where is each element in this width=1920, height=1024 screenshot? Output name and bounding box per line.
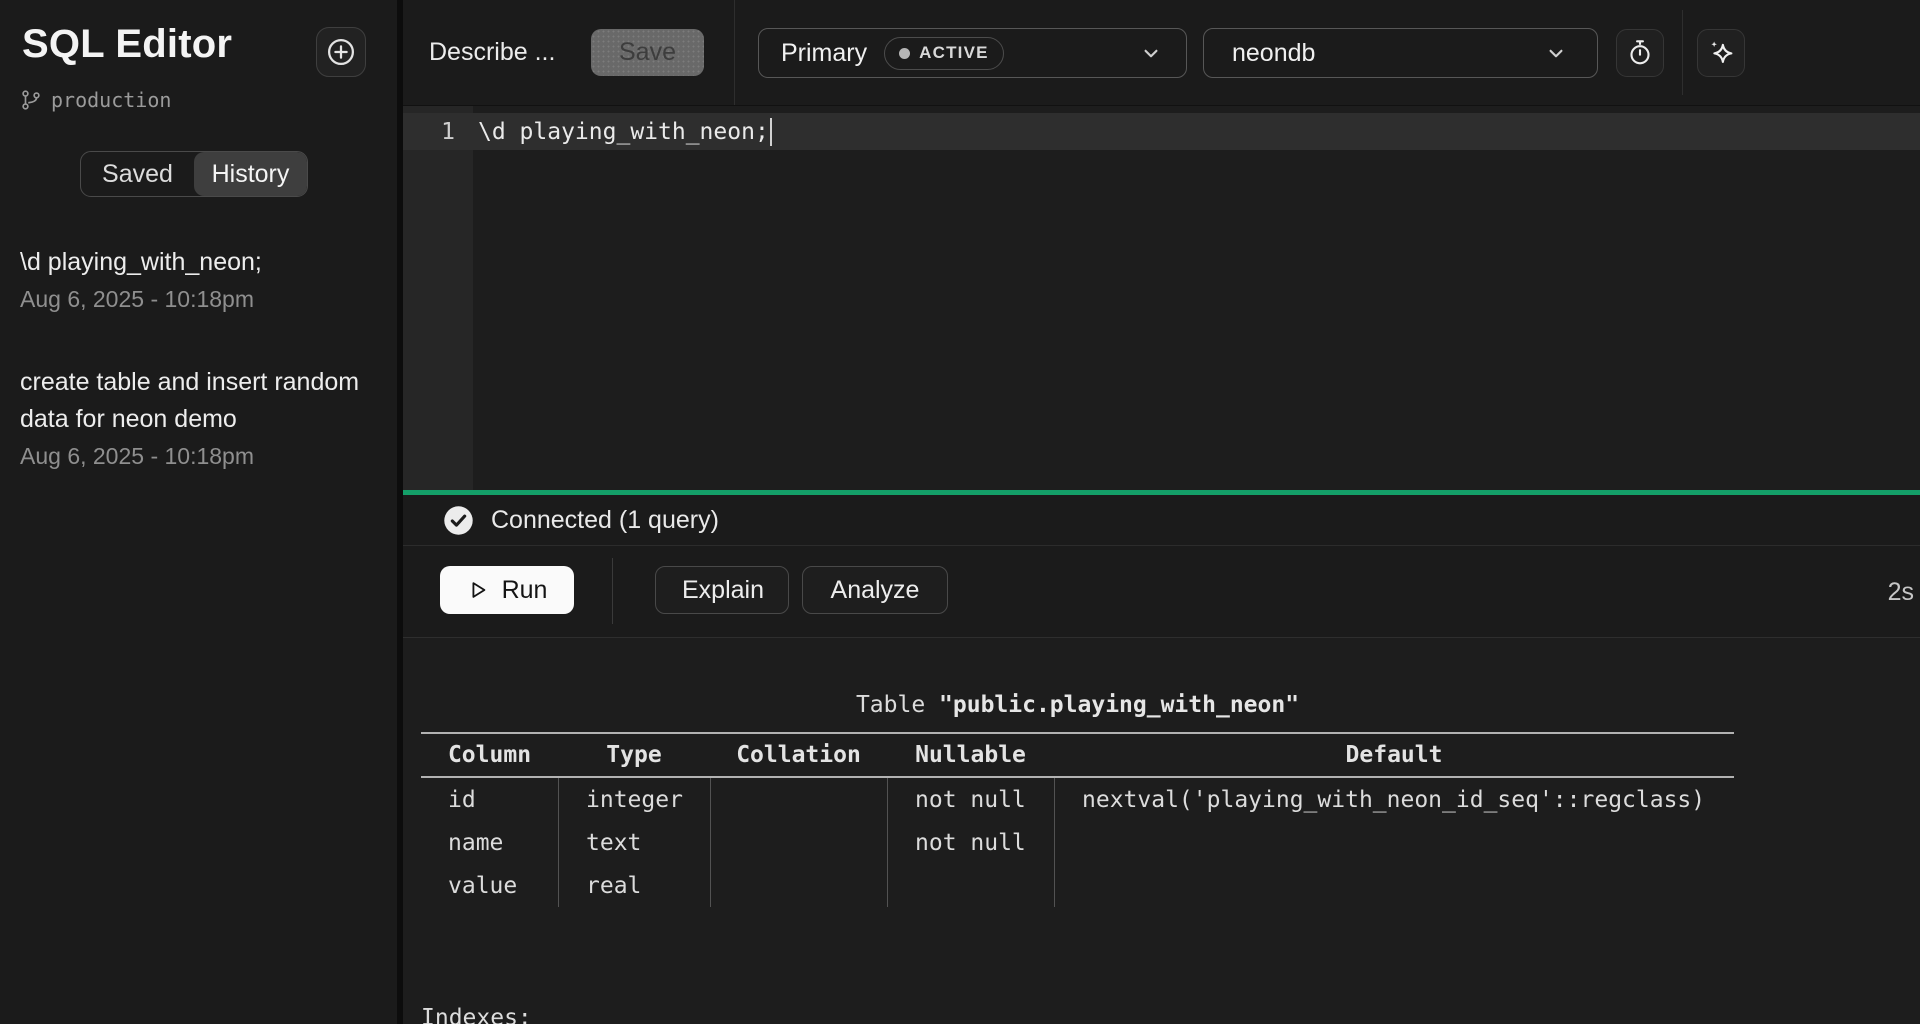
toolbar-divider [612,558,613,624]
result-table-title: Table "public.playing_with_neon" [421,692,1734,718]
query-title: Describe ... [429,0,555,105]
chevron-down-icon [1138,40,1164,66]
run-button[interactable]: Run [440,566,574,614]
history-item-timestamp: Aug 6, 2025 - 10:18pm [20,284,378,314]
table-cell [1054,864,1734,907]
column-header: Nullable [887,734,1054,776]
result-rows: id integer not null nextval('playing_wit… [421,778,1734,907]
table-cell [887,864,1054,907]
git-branch-icon [20,89,42,111]
connection-statusbar: Connected (1 query) [403,495,1920,546]
table-cell [710,778,887,821]
history-item[interactable]: \d playing_with_neon; Aug 6, 2025 - 10:1… [0,244,400,314]
stopwatch-icon [1626,39,1654,67]
topbar: Describe ... Save Primary ACTIVE neondb [403,0,1920,105]
run-button-label: Run [502,576,548,605]
indexes-label: Indexes: [421,997,1152,1024]
results-panel: Table "public.playing_with_neon" Column … [403,638,1920,1024]
line-number-gutter [403,106,473,491]
query-timer-button[interactable] [1616,29,1664,77]
active-line: 1 \d playing_with_neon; [403,113,1920,150]
code-editor[interactable]: 1 \d playing_with_neon; [403,105,1920,490]
ai-assist-button[interactable] [1697,29,1745,77]
database-selector-value: neondb [1232,39,1315,68]
database-selector-dropdown[interactable]: neondb [1203,28,1598,78]
query-duration: 2s [1888,547,1914,638]
column-header: Collation [710,734,887,776]
new-query-button[interactable] [316,27,366,77]
sidebar: SQL Editor production Saved History \d p… [0,0,400,1024]
result-header-row: Column Type Collation Nullable Default [421,734,1734,776]
sparkles-icon [1706,38,1736,68]
branch-selector-value: Primary [781,39,867,68]
main-panel: Describe ... Save Primary ACTIVE neondb [403,0,1920,1024]
code-line: \d playing_with_neon; [478,119,769,145]
history-item[interactable]: create table and insert random data for … [0,364,400,471]
page-title: SQL Editor [22,22,232,67]
column-header: Type [558,734,710,776]
chevron-down-icon [1543,40,1569,66]
table-cell: id [421,778,558,821]
table-cell: name [421,821,558,864]
table-cell: value [421,864,558,907]
tab-saved[interactable]: Saved [81,152,194,196]
table-cell: nextval('playing_with_neon_id_seq'::regc… [1054,778,1734,821]
status-badge-label: ACTIVE [919,43,989,63]
analyze-button[interactable]: Analyze [802,566,948,614]
history-item-timestamp: Aug 6, 2025 - 10:18pm [20,441,378,471]
branch-indicator: production [20,88,171,112]
topbar-divider [1682,10,1683,95]
indexes-section: Indexes: "playing_with_neon_pkey" PRIMAR… [421,911,1152,1024]
text-cursor [770,118,772,146]
table-cell: text [558,821,710,864]
save-button[interactable]: Save [591,29,704,76]
table-cell: real [558,864,710,907]
branch-name: production [51,88,171,112]
query-toolbar: Run Explain Analyze 2s [403,547,1920,638]
play-icon [467,579,489,601]
table-cell: not null [887,821,1054,864]
table-cell [710,821,887,864]
status-badge: ACTIVE [884,37,1004,70]
history-item-title: \d playing_with_neon; [20,244,378,281]
connection-status: Connected (1 query) [491,506,719,535]
branch-selector-dropdown[interactable]: Primary ACTIVE [758,28,1187,78]
tab-history[interactable]: History [194,152,307,196]
table-cell: not null [887,778,1054,821]
history-item-title: create table and insert random data for … [20,364,378,438]
status-dot-icon [899,48,910,59]
line-number: 1 [403,119,455,145]
column-header: Default [1054,734,1734,776]
plus-circle-icon [326,37,356,67]
check-circle-icon [443,505,474,536]
column-header: Column [421,734,558,776]
sql-editor-page: SQL Editor production Saved History \d p… [0,0,1920,1024]
saved-history-tabs: Saved History [80,151,308,197]
explain-button[interactable]: Explain [655,566,789,614]
table-cell: integer [558,778,710,821]
table-cell [710,864,887,907]
history-list: \d playing_with_neon; Aug 6, 2025 - 10:1… [0,244,400,471]
topbar-divider [734,0,735,105]
table-cell [1054,821,1734,864]
